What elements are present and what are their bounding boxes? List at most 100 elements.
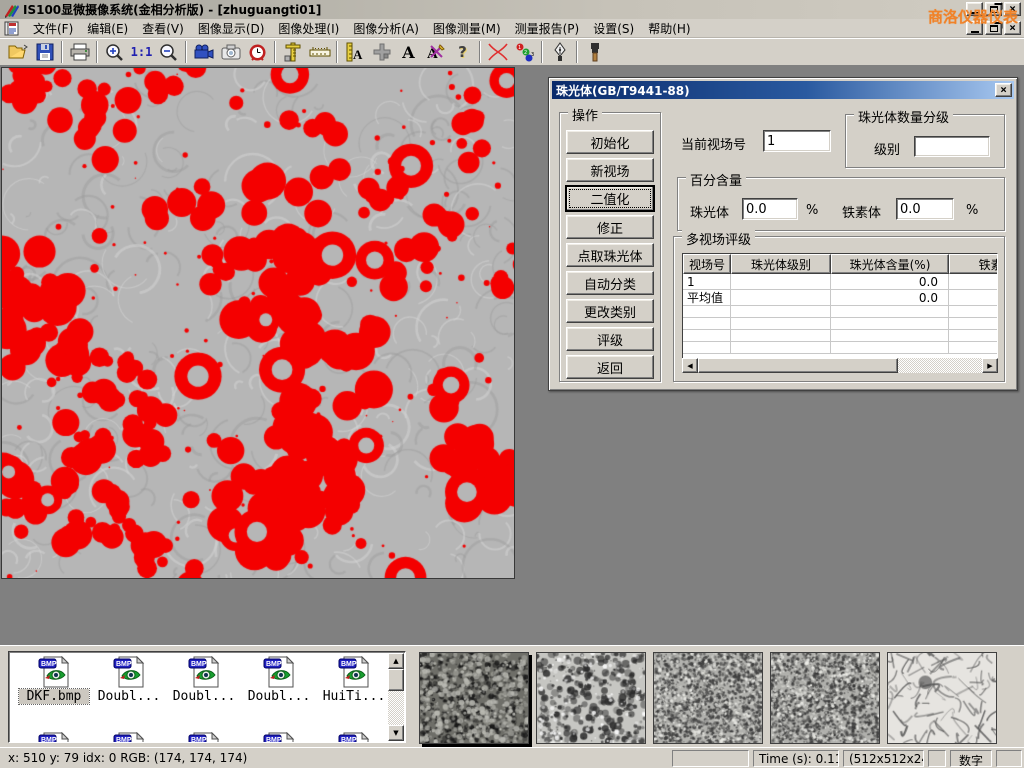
printer-icon: [70, 43, 90, 61]
text-annotate-button[interactable]: A: [395, 40, 422, 65]
table-row[interactable]: [683, 342, 997, 354]
document-icon: [4, 21, 20, 36]
status-time: Time (s): 0.113: [753, 750, 839, 767]
save-button[interactable]: [31, 40, 58, 65]
table-row[interactable]: 平均值 0.0: [683, 290, 997, 306]
svg-text:2: 2: [524, 50, 527, 56]
thumbnail-image[interactable]: [887, 652, 997, 744]
phase-count-button[interactable]: 1 2 3: [511, 40, 538, 65]
capture-video-button[interactable]: [190, 40, 217, 65]
pick-pearlite-button[interactable]: 点取珠光体: [566, 243, 654, 267]
menu-settings[interactable]: 设置(S): [586, 18, 641, 39]
table-header-row: 视场号 珠光体级别 珠光体含量(%) 铁素体含量(%): [683, 254, 997, 274]
bmp-file-icon: [113, 656, 145, 688]
bottom-panel: BMP DKF.bmp Doubl... Doubl...: [0, 645, 1024, 747]
current-field-input[interactable]: [763, 130, 831, 152]
file-item[interactable]: [319, 732, 389, 743]
menu-edit[interactable]: 编辑(E): [80, 18, 135, 39]
caliper-measure-button[interactable]: [279, 40, 306, 65]
scroll-down-button[interactable]: ▼: [388, 725, 404, 741]
ferrite-percent-input[interactable]: [896, 198, 954, 220]
actual-size-button[interactable]: 1:1: [128, 40, 155, 65]
menu-help[interactable]: 帮助(H): [641, 18, 697, 39]
file-item[interactable]: HuiTi...: [319, 656, 389, 704]
zoom-in-button[interactable]: [101, 40, 128, 65]
brush-tool-button[interactable]: [581, 40, 608, 65]
header-field-no[interactable]: 视场号: [683, 254, 731, 274]
mdi-close-button[interactable]: ×: [1004, 21, 1021, 35]
menu-view[interactable]: 查看(V): [135, 18, 191, 39]
menu-measure-report[interactable]: 测量报告(P): [508, 18, 587, 39]
menu-image-process[interactable]: 图像处理(I): [271, 18, 346, 39]
level-input[interactable]: [914, 136, 990, 157]
initialize-button[interactable]: 初始化: [566, 130, 654, 154]
zoom-out-button[interactable]: [155, 40, 182, 65]
menu-image-display[interactable]: 图像显示(D): [191, 18, 272, 39]
table-row[interactable]: 1 0.0: [683, 274, 997, 290]
file-item[interactable]: [244, 732, 314, 743]
scroll-left-button[interactable]: ◀: [682, 358, 698, 373]
restore-button[interactable]: [985, 2, 1002, 16]
file-item[interactable]: [94, 732, 164, 743]
file-item[interactable]: [169, 732, 239, 743]
thumbnail-image[interactable]: [419, 652, 529, 744]
mdi-restore-button[interactable]: [985, 21, 1002, 35]
help-button[interactable]: ?: [449, 40, 476, 65]
scrollbar-thumb[interactable]: [698, 358, 898, 373]
crosshair-button[interactable]: [368, 40, 395, 65]
horizontal-ruler-icon: [309, 45, 331, 59]
close-button[interactable]: ×: [1004, 2, 1021, 16]
curve-tool-button[interactable]: [484, 40, 511, 65]
menu-image-measure[interactable]: 图像测量(M): [426, 18, 508, 39]
table-horizontal-scrollbar[interactable]: ◀ ▶: [682, 358, 998, 373]
file-list-scrollbar[interactable]: ▲ ▼: [388, 653, 404, 741]
menu-file[interactable]: 文件(F): [26, 18, 80, 39]
capture-photo-button[interactable]: [217, 40, 244, 65]
thumbnail-image[interactable]: [653, 652, 763, 744]
mdi-minimize-button[interactable]: [966, 21, 983, 35]
open-button[interactable]: [4, 40, 31, 65]
grading-table[interactable]: 视场号 珠光体级别 珠光体含量(%) 铁素体含量(%) 1 0.0 平均值 0.…: [682, 253, 998, 373]
table-row[interactable]: [683, 330, 997, 342]
return-button[interactable]: 返回: [566, 355, 654, 379]
change-class-button[interactable]: 更改类别: [566, 299, 654, 323]
grade-button[interactable]: 评级: [566, 327, 654, 351]
dialog-close-button[interactable]: ×: [995, 83, 1012, 97]
timer-button[interactable]: [244, 40, 271, 65]
scrollbar-thumb[interactable]: [388, 669, 404, 691]
file-name: DKF.bmp: [19, 689, 89, 704]
new-field-button[interactable]: 新视场: [566, 158, 654, 182]
thumbnail-image[interactable]: [536, 652, 646, 744]
status-panel-empty: [928, 750, 946, 767]
ruler-measure-button[interactable]: [306, 40, 333, 65]
metallographic-image[interactable]: [1, 67, 515, 579]
file-item[interactable]: Doubl...: [244, 656, 314, 704]
table-row[interactable]: [683, 318, 997, 330]
pearlite-percent-input[interactable]: [742, 198, 798, 220]
file-item[interactable]: [19, 732, 89, 743]
minimize-button[interactable]: [966, 2, 983, 16]
header-pearlite-grade[interactable]: 珠光体级别: [731, 254, 831, 274]
file-item[interactable]: DKF.bmp: [19, 656, 89, 704]
file-name: Doubl...: [94, 689, 164, 704]
correct-button[interactable]: 修正: [566, 215, 654, 239]
dialog-title-bar[interactable]: 珠光体(GB/T9441-88) ×: [552, 81, 1014, 99]
menu-image-analysis[interactable]: 图像分析(A): [346, 18, 426, 39]
floppy-disk-icon: [36, 43, 54, 61]
auto-classify-button[interactable]: 自动分类: [566, 271, 654, 295]
file-item[interactable]: Doubl...: [94, 656, 164, 704]
pen-tool-button[interactable]: [546, 40, 573, 65]
header-ferrite-content[interactable]: 铁素体含量(%): [949, 254, 998, 274]
table-row[interactable]: [683, 306, 997, 318]
file-item[interactable]: Doubl...: [169, 656, 239, 704]
scroll-up-button[interactable]: ▲: [388, 653, 404, 669]
header-pearlite-content[interactable]: 珠光体含量(%): [831, 254, 949, 274]
binarize-button[interactable]: 二值化: [566, 186, 654, 211]
print-button[interactable]: [66, 40, 93, 65]
text-edit-button[interactable]: A: [422, 40, 449, 65]
thumbnail-image[interactable]: [770, 652, 880, 744]
calibrate-button[interactable]: A: [341, 40, 368, 65]
scroll-right-button[interactable]: ▶: [982, 358, 998, 373]
ferrite-label: 铁素体: [842, 202, 881, 221]
file-browser[interactable]: BMP DKF.bmp Doubl... Doubl...: [8, 651, 406, 743]
